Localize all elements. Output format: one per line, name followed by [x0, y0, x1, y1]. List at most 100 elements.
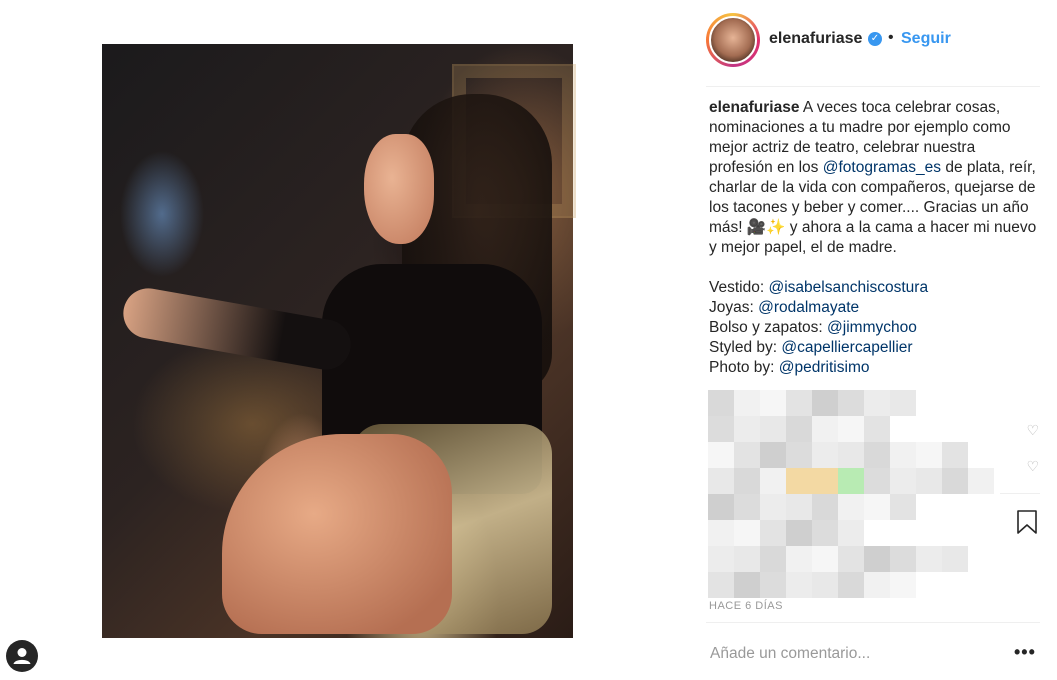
comment-input[interactable] — [710, 642, 990, 666]
credit-line-vestido: Vestido: @isabelsanchiscostura — [709, 278, 1043, 298]
pixel-tile — [760, 494, 786, 520]
pixel-tile — [864, 442, 890, 468]
credit-line-bolso: Bolso y zapatos: @jimmychoo — [709, 318, 1043, 338]
pixel-tile — [838, 572, 864, 598]
header-divider — [706, 86, 1040, 87]
pixel-tile — [890, 494, 916, 520]
pixel-tile — [708, 390, 734, 416]
pixel-tile — [786, 468, 812, 494]
pixel-tile — [760, 468, 786, 494]
pixel-tile — [760, 390, 786, 416]
pixel-tile — [942, 442, 968, 468]
pixel-tile — [864, 546, 890, 572]
pixel-tile — [812, 442, 838, 468]
pixel-tile — [812, 416, 838, 442]
story-ring[interactable] — [706, 13, 760, 67]
credit-line-styled: Styled by: @capelliercapellier — [709, 338, 1043, 358]
pixel-tile — [864, 468, 890, 494]
pixel-tile — [708, 416, 734, 442]
avatar[interactable] — [709, 16, 757, 64]
pixel-tile — [916, 442, 942, 468]
pixel-tile — [734, 546, 760, 572]
mention-capelliercapellier[interactable]: @capelliercapellier — [781, 339, 912, 356]
pixel-tile — [864, 494, 890, 520]
comment-divider — [706, 622, 1040, 623]
pixel-tile — [812, 546, 838, 572]
pixel-tile — [890, 390, 916, 416]
pixel-tile — [786, 494, 812, 520]
pixel-tile — [942, 546, 968, 572]
pixel-tile — [786, 416, 812, 442]
verified-badge-icon: ✓ — [868, 32, 882, 46]
heart-outline-icon[interactable]: ♡ — [1026, 422, 1039, 439]
post-caption: elenafuriase A veces toca celebrar cosas… — [709, 98, 1043, 378]
pixel-tile — [864, 390, 890, 416]
pixel-tile — [890, 442, 916, 468]
follow-button[interactable]: Seguir — [901, 30, 951, 48]
pixel-tile — [708, 546, 734, 572]
pixel-tile — [708, 520, 734, 546]
user-silhouette-icon — [13, 648, 31, 664]
caption-text: elenafuriase A veces toca celebrar cosas… — [709, 98, 1043, 258]
pixel-tile — [916, 546, 942, 572]
pixel-tile — [734, 390, 760, 416]
more-options-button[interactable]: ••• — [1014, 642, 1036, 663]
pixel-tile — [864, 416, 890, 442]
pixel-tile — [760, 546, 786, 572]
credit-line-joyas: Joyas: @rodalmayate — [709, 298, 1043, 318]
pixel-tile — [708, 494, 734, 520]
heart-outline-icon[interactable]: ♡ — [1026, 458, 1039, 475]
pixel-tile — [812, 390, 838, 416]
credit-line-photo: Photo by: @pedritisimo — [709, 358, 1043, 378]
pixel-tile — [812, 468, 838, 494]
pixel-tile — [786, 442, 812, 468]
photo-legs — [222, 434, 452, 634]
caption-username[interactable]: elenafuriase — [709, 99, 799, 116]
mention-isabelsanchiscostura[interactable]: @isabelsanchiscostura — [768, 279, 928, 296]
pixel-tile — [838, 416, 864, 442]
pixel-tile — [864, 572, 890, 598]
bookmark-icon[interactable] — [1016, 510, 1038, 534]
pixel-tile — [890, 468, 916, 494]
pixel-tile — [890, 572, 916, 598]
pixel-tile — [812, 520, 838, 546]
profile-button[interactable] — [6, 640, 38, 672]
pixel-tile — [838, 494, 864, 520]
credit-label: Joyas: — [709, 299, 759, 316]
credit-label: Photo by: — [709, 359, 779, 376]
mention-pedritisimo[interactable]: @pedritisimo — [779, 359, 870, 376]
pixel-tile — [760, 520, 786, 546]
pixel-tile — [968, 468, 994, 494]
pixel-tile — [734, 442, 760, 468]
pixel-tile — [734, 416, 760, 442]
actions-divider — [1000, 493, 1040, 494]
credits-list: Vestido: @isabelsanchiscostura Joyas: @r… — [709, 278, 1043, 378]
pixel-tile — [734, 520, 760, 546]
photo-face — [364, 134, 434, 244]
photo-arm — [119, 284, 355, 374]
pixel-tile — [786, 546, 812, 572]
pixel-tile — [760, 416, 786, 442]
pixel-tile — [916, 468, 942, 494]
mention-jimmychoo[interactable]: @jimmychoo — [827, 319, 917, 336]
pixel-tile — [838, 520, 864, 546]
pixel-tile — [786, 520, 812, 546]
pixel-tile — [838, 442, 864, 468]
pixel-tile — [942, 468, 968, 494]
mention-rodalmayate[interactable]: @rodalmayate — [758, 299, 859, 316]
credit-label: Bolso y zapatos: — [709, 319, 828, 336]
username[interactable]: elenafuriase — [769, 30, 862, 48]
pixel-tile — [812, 572, 838, 598]
pixel-tile — [734, 572, 760, 598]
post-photo[interactable] — [102, 44, 576, 638]
pixel-tile — [812, 494, 838, 520]
pixel-tile — [708, 572, 734, 598]
post-time: HACE 6 DÍAS — [709, 600, 783, 612]
pixel-tile — [760, 442, 786, 468]
pixel-tile — [708, 442, 734, 468]
mention-fotogramas[interactable]: @fotogramas_es — [823, 159, 941, 176]
credit-label: Styled by: — [709, 339, 782, 356]
pixel-tile — [786, 390, 812, 416]
credit-label: Vestido: — [709, 279, 769, 296]
pixel-tile — [786, 572, 812, 598]
